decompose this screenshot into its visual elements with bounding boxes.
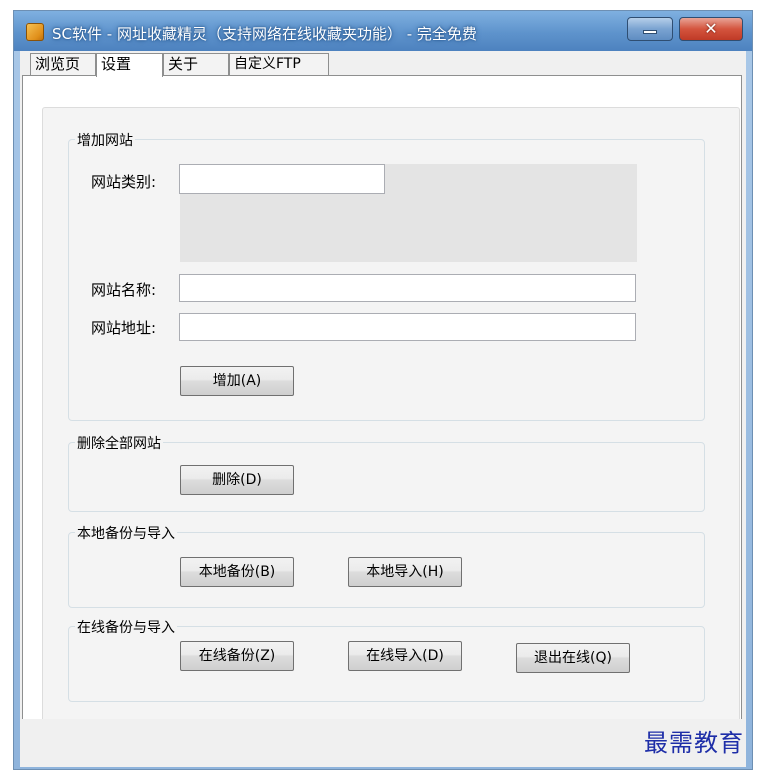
logout-online-button[interactable]: 退出在线(Q): [516, 643, 630, 673]
site-url-field[interactable]: [179, 313, 636, 341]
online-backup-group-label: 在线备份与导入: [75, 617, 177, 637]
close-icon: ✕: [704, 19, 718, 38]
settings-panel: 增加网站 网站类别: 网站名称: 网站地址: 增加(A) 删除全部网站 删除(D…: [22, 75, 742, 765]
add-site-group: 增加网站 网站类别: 网站名称: 网站地址: 增加(A): [68, 130, 705, 421]
window-client-area: 浏览页 设置 关于 自定义FTP 增加网站 网站类别: 网站名称: 网站地址: …: [20, 51, 746, 767]
minimize-button[interactable]: [627, 17, 673, 41]
tab-settings[interactable]: 设置: [96, 53, 163, 77]
delete-all-button[interactable]: 删除(D): [180, 465, 294, 495]
add-site-button[interactable]: 增加(A): [180, 366, 294, 396]
watermark-text: 最需教育: [644, 729, 744, 757]
delete-all-group-label: 删除全部网站: [75, 433, 163, 453]
tab-about[interactable]: 关于: [163, 53, 229, 75]
tab-custom-ftp[interactable]: 自定义FTP: [229, 53, 329, 75]
local-backup-group: 本地备份与导入 本地备份(B) 本地导入(H): [68, 523, 705, 608]
local-backup-group-label: 本地备份与导入: [75, 523, 177, 543]
category-label: 网站类别:: [91, 173, 157, 191]
online-backup-group: 在线备份与导入 在线备份(Z) 在线导入(D) 退出在线(Q): [68, 617, 705, 702]
site-name-label: 网站名称:: [91, 281, 157, 299]
delete-all-group: 删除全部网站 删除(D): [68, 433, 705, 512]
site-name-field[interactable]: [179, 274, 636, 302]
app-window: SC软件 - 网址收藏精灵（支持网络在线收藏夹功能） - 完全免费 ✕ 浏览页 …: [13, 10, 753, 770]
site-url-label: 网站地址:: [91, 319, 157, 337]
local-import-button[interactable]: 本地导入(H): [348, 557, 462, 587]
online-import-button[interactable]: 在线导入(D): [348, 641, 462, 671]
title-bar[interactable]: SC软件 - 网址收藏精灵（支持网络在线收藏夹功能） - 完全免费 ✕: [14, 11, 752, 51]
window-title: SC软件 - 网址收藏精灵（支持网络在线收藏夹功能） - 完全免费: [52, 25, 477, 43]
category-combo[interactable]: [179, 164, 385, 194]
local-backup-button[interactable]: 本地备份(B): [180, 557, 294, 587]
add-site-group-label: 增加网站: [75, 130, 135, 150]
online-backup-button[interactable]: 在线备份(Z): [180, 641, 294, 671]
tab-browse[interactable]: 浏览页: [30, 53, 96, 75]
minimize-icon: [643, 30, 657, 34]
app-icon: [26, 23, 44, 41]
close-button[interactable]: ✕: [679, 17, 743, 41]
settings-inner-frame: 增加网站 网站类别: 网站名称: 网站地址: 增加(A) 删除全部网站 删除(D…: [42, 107, 740, 737]
status-bar: [20, 719, 746, 767]
